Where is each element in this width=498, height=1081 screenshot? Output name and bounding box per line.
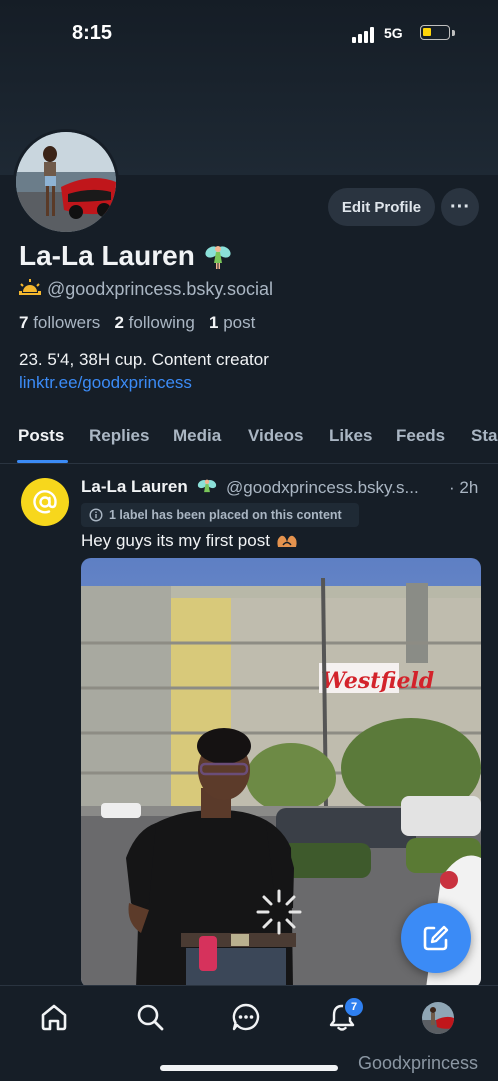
sunrise-icon <box>19 279 47 300</box>
fairy-icon <box>203 241 233 271</box>
status-time: 8:15 <box>72 22 113 44</box>
following-link[interactable]: 2 following <box>114 313 194 332</box>
heart-hands-icon <box>275 533 299 551</box>
post-text: Hey guys its my first post <box>81 531 299 551</box>
tab-starter-packs[interactable]: Sta <box>471 426 497 446</box>
search-icon[interactable] <box>133 1000 167 1034</box>
home-icon[interactable] <box>37 1000 71 1034</box>
compose-icon <box>423 925 449 951</box>
post-author-handle[interactable]: @goodxprincess.bsky.s... <box>226 478 419 498</box>
signal-icon <box>352 27 376 43</box>
fairy-icon <box>196 476 218 498</box>
tab-videos[interactable]: Videos <box>248 426 303 446</box>
content-label-notice[interactable]: 1 label has been placed on this content <box>81 503 359 527</box>
tab-replies[interactable]: Replies <box>89 426 149 446</box>
tab-media[interactable]: Media <box>173 426 221 446</box>
status-bar: 8:15 5G <box>0 0 498 68</box>
notifications-badge: 7 <box>343 996 365 1018</box>
label-notice-text: 1 label has been placed on this content <box>109 508 342 522</box>
svg-text:Westfield: Westfield <box>321 668 434 694</box>
compose-post-button[interactable] <box>401 903 471 973</box>
post-author-name[interactable]: La-La Lauren <box>81 477 188 497</box>
network-label: 5G <box>384 25 403 41</box>
at-sign-icon <box>33 490 57 514</box>
profile-handle-row: @goodxprincess.bsky.social <box>19 279 273 300</box>
more-options-button[interactable]: ··· <box>441 188 479 226</box>
info-icon <box>89 508 103 522</box>
posts-count: 1 post <box>209 313 256 332</box>
active-tab-indicator <box>17 460 68 463</box>
tab-posts[interactable]: Posts <box>18 426 64 446</box>
profile-display-name: La-La Lauren <box>19 240 195 271</box>
profile-avatar[interactable] <box>13 129 119 235</box>
edit-profile-button[interactable]: Edit Profile <box>328 188 435 226</box>
profile-handle: @goodxprincess.bsky.social <box>47 279 274 299</box>
watermark-text: Goodxprincess <box>358 1053 479 1073</box>
profile-bio: 23. 5'4, 38H cup. Content creator <box>19 350 269 369</box>
chat-icon[interactable] <box>229 1000 263 1034</box>
tab-feeds[interactable]: Feeds <box>396 426 445 446</box>
ellipsis-icon: ··· <box>450 195 470 218</box>
post-author-avatar[interactable] <box>21 478 69 526</box>
post-timestamp[interactable]: · 2h <box>449 478 478 498</box>
home-indicator <box>160 1065 338 1071</box>
profile-tab-avatar[interactable] <box>422 1002 454 1034</box>
battery-icon <box>420 25 450 40</box>
profile-link[interactable]: linktr.ee/goodxprincess <box>19 373 192 393</box>
profile-stats: 7 followers 2 following 1 post <box>19 313 255 333</box>
followers-link[interactable]: 7 followers <box>19 313 100 332</box>
profile-tabs: Posts Replies Media Videos Likes Feeds S… <box>0 420 498 464</box>
tab-likes[interactable]: Likes <box>329 426 372 446</box>
